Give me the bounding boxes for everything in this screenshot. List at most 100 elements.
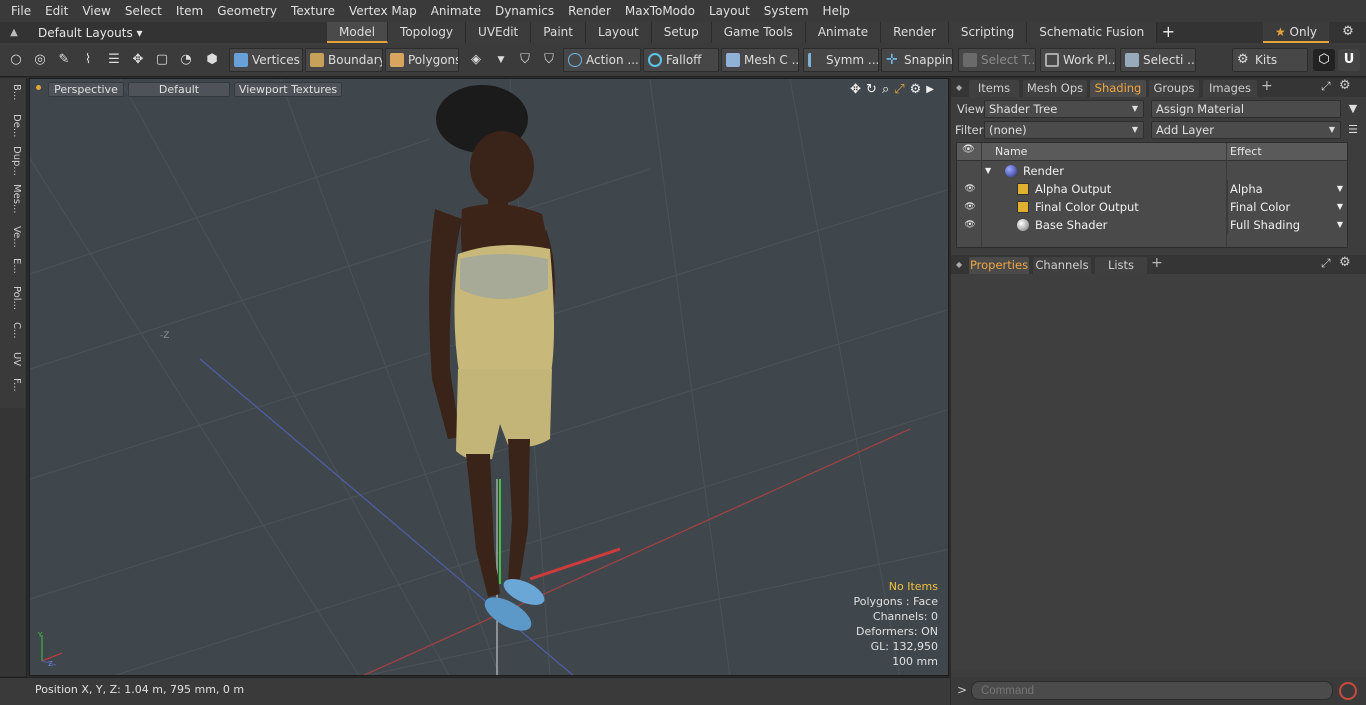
- tab-shading[interactable]: Shading: [1090, 80, 1146, 97]
- lasso-icon[interactable]: ◔: [175, 49, 197, 71]
- left-tab-uv[interactable]: UV: [4, 352, 22, 366]
- pan-icon[interactable]: ✥: [850, 82, 861, 98]
- left-tab-mesh-edit[interactable]: Mes...: [4, 184, 22, 214]
- menu-help[interactable]: Help: [816, 0, 857, 22]
- left-tab-curve[interactable]: C...: [4, 322, 22, 339]
- left-tab-basic[interactable]: B...: [4, 84, 22, 100]
- left-tab-vertex[interactable]: Ve...: [4, 226, 22, 248]
- menu-layout[interactable]: Layout: [702, 0, 757, 22]
- tab-paint[interactable]: Paint: [531, 22, 586, 43]
- character-model[interactable]: [429, 85, 555, 637]
- menu-render[interactable]: Render: [561, 0, 618, 22]
- dropdown-arrow-icon[interactable]: ▼: [490, 49, 512, 71]
- tab-items[interactable]: Items: [969, 80, 1019, 97]
- tab-scripting[interactable]: Scripting: [948, 22, 1028, 43]
- kits-button[interactable]: ⚙ Kits: [1232, 48, 1308, 72]
- menu-system[interactable]: System: [757, 0, 816, 22]
- brush-icon[interactable]: ⌇: [77, 49, 99, 71]
- selection-button[interactable]: Selecti ...: [1120, 48, 1196, 72]
- visibility-header-icon[interactable]: 👁: [962, 144, 975, 155]
- gear-icon[interactable]: ⚙: [1338, 24, 1358, 42]
- tab-properties[interactable]: Properties: [969, 257, 1029, 274]
- effect-dropdown[interactable]: Alpha ▼: [1227, 180, 1347, 198]
- effect-dropdown[interactable]: Final Color ▼: [1227, 198, 1347, 216]
- perspective-button[interactable]: Perspective: [48, 82, 124, 97]
- tree-row-base-shader[interactable]: 👁 Base Shader Full Shading ▼: [957, 216, 1347, 234]
- menu-geometry[interactable]: Geometry: [210, 0, 284, 22]
- left-tab-fusion[interactable]: F...: [4, 378, 22, 392]
- modo-cube-icon[interactable]: ⬡: [1313, 49, 1335, 71]
- stop-icon[interactable]: [1339, 682, 1357, 700]
- panel-menu-icon[interactable]: ◆: [956, 83, 962, 92]
- pen-icon[interactable]: ✎: [53, 49, 75, 71]
- shield-alt-icon[interactable]: ⛉: [538, 49, 560, 71]
- shield-icon[interactable]: ⬢: [201, 49, 223, 71]
- column-effect[interactable]: Effect: [1230, 145, 1262, 158]
- list-options-icon[interactable]: ☰: [1345, 121, 1361, 139]
- tab-channels[interactable]: Channels: [1033, 257, 1091, 274]
- tab-mesh-ops[interactable]: Mesh Ops: [1023, 80, 1087, 97]
- action-button[interactable]: Action ...: [563, 48, 641, 72]
- left-tab-polygon[interactable]: Pol...: [4, 286, 22, 310]
- menu-file[interactable]: File: [4, 0, 38, 22]
- funnel-icon[interactable]: ▼: [1345, 100, 1361, 118]
- viewport-gear-icon[interactable]: ⚙: [910, 82, 922, 98]
- eye-icon[interactable]: 👁: [962, 180, 978, 198]
- assign-material-button[interactable]: Assign Material: [1151, 100, 1341, 118]
- add-tab-icon[interactable]: +: [1157, 22, 1179, 43]
- menu-texture[interactable]: Texture: [284, 0, 342, 22]
- view-dropdown[interactable]: Shader Tree ▼: [984, 100, 1144, 118]
- tab-animate[interactable]: Animate: [805, 22, 882, 43]
- shading-default-button[interactable]: Default: [128, 82, 230, 97]
- tree-row-render[interactable]: ▼ Render: [957, 162, 1347, 180]
- tab-images[interactable]: Images: [1203, 80, 1257, 97]
- vertices-button[interactable]: Vertices: [229, 48, 303, 72]
- tab-schematic-fusion[interactable]: Schematic Fusion: [1027, 22, 1158, 43]
- tab-setup[interactable]: Setup: [651, 22, 712, 43]
- menu-view[interactable]: View: [75, 0, 117, 22]
- snapping-button[interactable]: ✛ Snapping: [881, 48, 953, 72]
- menu-vertex-map[interactable]: Vertex Map: [342, 0, 424, 22]
- cube-icon[interactable]: ◈: [465, 49, 487, 71]
- expand-icon[interactable]: ⤢: [1321, 79, 1331, 94]
- tab-game-tools[interactable]: Game Tools: [711, 22, 806, 43]
- tree-row-alpha-output[interactable]: 👁 Alpha Output Alpha ▼: [957, 180, 1347, 198]
- transform-icon[interactable]: ✥: [127, 49, 149, 71]
- chevron-right-icon[interactable]: ▶: [926, 82, 934, 98]
- menu-edit[interactable]: Edit: [38, 0, 75, 22]
- tab-uvedit[interactable]: UVEdit: [466, 22, 532, 43]
- add-panel-tab-icon[interactable]: +: [1261, 78, 1273, 94]
- menu-item[interactable]: Item: [169, 0, 210, 22]
- tree-row-final-color-output[interactable]: 👁 Final Color Output Final Color ▼: [957, 198, 1347, 216]
- menu-animate[interactable]: Animate: [424, 0, 488, 22]
- tab-topology[interactable]: Topology: [388, 22, 467, 43]
- column-name[interactable]: Name: [995, 145, 1027, 158]
- maximize-icon[interactable]: ⤢: [894, 82, 904, 98]
- left-tab-duplicate[interactable]: Dup...: [4, 146, 22, 176]
- shield-blue-icon[interactable]: ⛉: [514, 49, 536, 71]
- mesh-constraint-button[interactable]: Mesh C ...: [721, 48, 799, 72]
- square-select-icon[interactable]: ▢: [151, 49, 173, 71]
- eye-icon[interactable]: 👁: [962, 216, 978, 234]
- filter-dropdown[interactable]: (none) ▼: [984, 121, 1144, 139]
- rotate-icon[interactable]: ↻: [866, 82, 877, 98]
- polygons-button[interactable]: Polygons: [385, 48, 459, 72]
- unreal-icon[interactable]: U: [1338, 49, 1360, 71]
- menu-select[interactable]: Select: [118, 0, 169, 22]
- tab-groups[interactable]: Groups: [1149, 80, 1199, 97]
- add-layer-dropdown[interactable]: Add Layer ▼: [1151, 121, 1341, 139]
- only-button[interactable]: ★ Only: [1263, 22, 1329, 43]
- select-through-button[interactable]: Select T...: [958, 48, 1036, 72]
- falloff-button[interactable]: Falloff: [643, 48, 719, 72]
- command-input[interactable]: [971, 681, 1333, 700]
- tab-model[interactable]: Model: [327, 22, 389, 43]
- left-tab-deform[interactable]: De...: [4, 114, 22, 137]
- tab-lists[interactable]: Lists: [1095, 257, 1147, 274]
- circle-select-icon[interactable]: ○: [5, 49, 27, 71]
- expand-icon[interactable]: ⤢: [1321, 256, 1331, 271]
- expand-arrow-icon[interactable]: ▼: [985, 162, 991, 180]
- add-panel-tab-icon[interactable]: +: [1151, 255, 1163, 271]
- boundary-button[interactable]: Boundary: [305, 48, 383, 72]
- globe-icon[interactable]: ◎: [29, 49, 51, 71]
- tab-render[interactable]: Render: [881, 22, 949, 43]
